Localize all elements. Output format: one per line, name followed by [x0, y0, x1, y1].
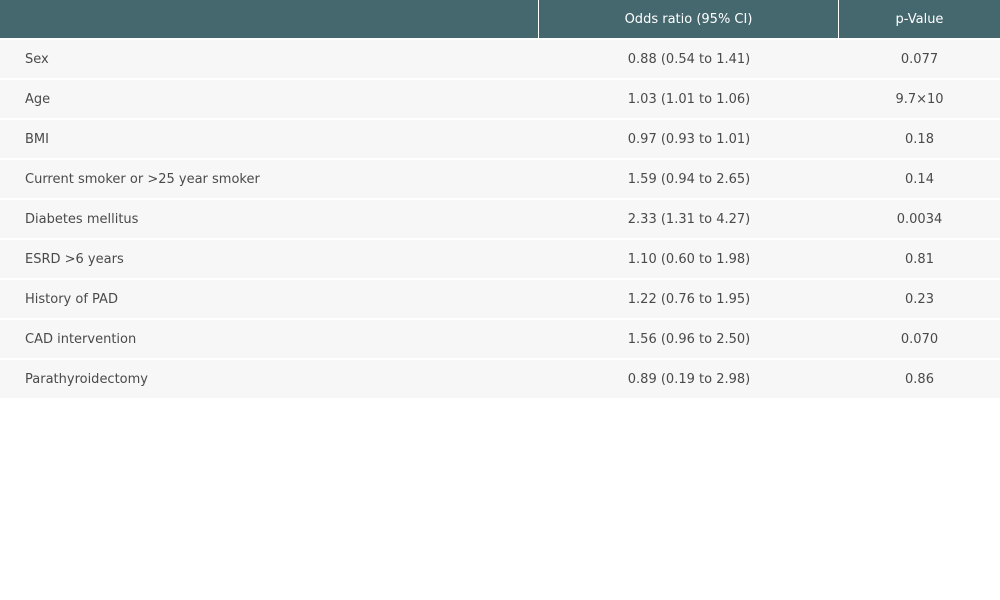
p-value-cell: 0.18 — [839, 118, 1000, 158]
row-label: History of PAD — [0, 278, 539, 318]
odds-ratio-table: Odds ratio (95% CI) p-Value Sex 0.88 (0.… — [0, 0, 1000, 398]
p-value-cell: 9.7×10 — [839, 78, 1000, 118]
odds-ratio-cell: 1.10 (0.60 to 1.98) — [539, 238, 839, 278]
table-row: History of PAD 1.22 (0.76 to 1.95) 0.23 — [0, 278, 1000, 318]
row-label: Sex — [0, 38, 539, 78]
p-value-cell: 0.23 — [839, 278, 1000, 318]
row-label: Diabetes mellitus — [0, 198, 539, 238]
odds-ratio-cell: 0.97 (0.93 to 1.01) — [539, 118, 839, 158]
odds-ratio-cell: 1.03 (1.01 to 1.06) — [539, 78, 839, 118]
row-label: Current smoker or >25 year smoker — [0, 158, 539, 198]
table-row: Current smoker or >25 year smoker 1.59 (… — [0, 158, 1000, 198]
p-value-cell: 0.070 — [839, 318, 1000, 358]
odds-ratio-cell: 1.22 (0.76 to 1.95) — [539, 278, 839, 318]
p-value-cell: 0.14 — [839, 158, 1000, 198]
table-row: CAD intervention 1.56 (0.96 to 2.50) 0.0… — [0, 318, 1000, 358]
table-row: ESRD >6 years 1.10 (0.60 to 1.98) 0.81 — [0, 238, 1000, 278]
row-label: CAD intervention — [0, 318, 539, 358]
row-label: BMI — [0, 118, 539, 158]
table-row: Age 1.03 (1.01 to 1.06) 9.7×10 — [0, 78, 1000, 118]
table-row: Parathyroidectomy 0.89 (0.19 to 2.98) 0.… — [0, 358, 1000, 398]
odds-ratio-cell: 0.89 (0.19 to 2.98) — [539, 358, 839, 398]
row-label: Parathyroidectomy — [0, 358, 539, 398]
row-label: ESRD >6 years — [0, 238, 539, 278]
table-row: Sex 0.88 (0.54 to 1.41) 0.077 — [0, 38, 1000, 78]
column-header-p-value: p-Value — [839, 0, 1000, 38]
p-value-cell: 0.0034 — [839, 198, 1000, 238]
row-label: Age — [0, 78, 539, 118]
odds-ratio-cell: 0.88 (0.54 to 1.41) — [539, 38, 839, 78]
table-row: BMI 0.97 (0.93 to 1.01) 0.18 — [0, 118, 1000, 158]
p-value-cell: 0.077 — [839, 38, 1000, 78]
odds-ratio-cell: 1.59 (0.94 to 2.65) — [539, 158, 839, 198]
table-header-row: Odds ratio (95% CI) p-Value — [0, 0, 1000, 38]
odds-ratio-cell: 1.56 (0.96 to 2.50) — [539, 318, 839, 358]
table-row: Diabetes mellitus 2.33 (1.31 to 4.27) 0.… — [0, 198, 1000, 238]
column-header-odds-ratio: Odds ratio (95% CI) — [539, 0, 839, 38]
odds-ratio-cell: 2.33 (1.31 to 4.27) — [539, 198, 839, 238]
p-value-cell: 0.86 — [839, 358, 1000, 398]
p-value-cell: 0.81 — [839, 238, 1000, 278]
column-header-variable — [0, 0, 539, 38]
